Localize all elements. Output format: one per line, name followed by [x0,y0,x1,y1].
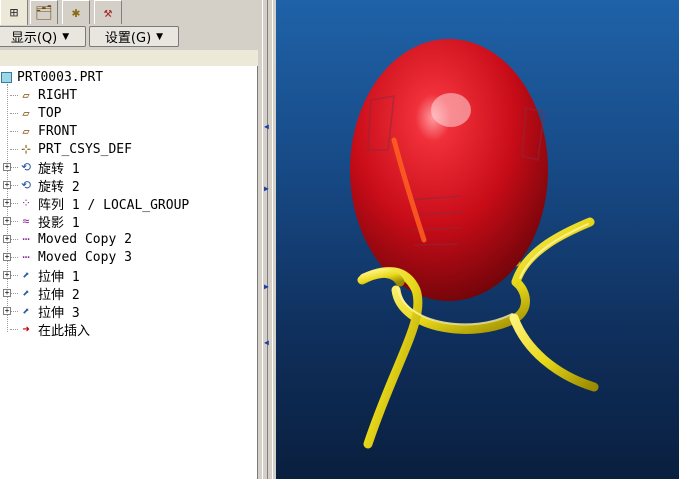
extrude-icon: ⬈ [22,268,30,282]
expand-icon[interactable]: + [3,217,11,225]
expand-right-icon[interactable]: ▶ [264,282,269,291]
tree-item-label: TOP [38,105,62,121]
navigator-panel: ⊞ 🗂 ✱ ⚒ 显示(Q) ▼ 设置(G) ▼ PRT0003.PRT ▱ RIG… [0,0,262,479]
folder-browser-icon: 🗂 [35,4,53,21]
tree-item[interactable]: + ⬈ 拉伸 3 [0,302,250,321]
tree-connector [10,329,18,330]
tree-connector [10,293,18,294]
model-tree-icon: ⊞ [9,4,19,21]
revolve-icon: ⟲ [20,160,32,174]
tools-icon: ⚒ [103,4,113,21]
tree-item[interactable]: ▱ TOP [0,104,250,122]
tab-tools[interactable]: ⚒ [94,0,122,24]
tree-root[interactable]: PRT0003.PRT [0,68,250,86]
expand-icon[interactable]: + [3,271,11,279]
tree-connector [10,311,18,312]
extrude-icon: ⬈ [22,286,30,300]
tree-connector [10,95,18,96]
part-icon [1,71,12,83]
tree-connector [10,167,18,168]
tree-connector [10,185,18,186]
expand-right-icon[interactable]: ▶ [264,184,269,193]
splitter-edge [267,0,273,479]
revolve-icon: ⟲ [20,178,32,192]
expand-icon[interactable]: + [3,199,11,207]
expand-icon[interactable]: + [3,163,11,171]
tree-connector [10,257,18,258]
chevron-down-icon: ▼ [62,31,70,42]
tree-item-label: Moved Copy 2 [38,231,132,247]
tree-item[interactable]: ⊹ PRT_CSYS_DEF [0,140,250,158]
tree-header-strip [0,50,258,67]
chevron-down-icon: ▼ [156,31,164,42]
model-render [350,39,599,449]
tree-item-label: 投影 1 [38,215,80,231]
datum-plane-icon: ▱ [22,106,30,120]
expand-icon[interactable]: + [3,181,11,189]
navigator-tabs: ⊞ 🗂 ✱ ⚒ [0,0,262,25]
egg-highlight [431,93,471,127]
graphics-viewport[interactable] [276,0,679,479]
tree-item-label: 旋转 1 [38,161,80,177]
tree-item[interactable]: + ⋯ Moved Copy 2 [0,230,250,248]
tree-item[interactable]: + ⬈ 拉伸 2 [0,284,250,303]
extrude-icon: ⬈ [22,304,30,318]
tree-connector [10,149,18,150]
tree-connector [10,131,18,132]
settings-menu-button[interactable]: 设置(G) ▼ [89,26,179,47]
expand-icon[interactable]: + [3,253,11,261]
tree-item[interactable]: + ⟲ 旋转 1 [0,158,250,177]
tree-connector [10,275,18,276]
egg-body [350,39,548,301]
datum-plane-icon: ▱ [22,88,30,102]
expand-icon[interactable]: + [3,235,11,243]
tree-root-label: PRT0003.PRT [17,69,104,85]
insert-here-arrow-icon: ➜ [22,322,30,336]
tree-item-label: 拉伸 1 [38,269,80,285]
projection-icon: ≈ [22,214,30,228]
expand-icon[interactable]: + [3,289,11,297]
display-menu-button[interactable]: 显示(Q) ▼ [0,26,86,47]
datum-plane-icon: ▱ [22,124,30,138]
tree-item[interactable]: ▱ FRONT [0,122,250,140]
tree-item[interactable]: + ⬈ 拉伸 1 [0,266,250,285]
tree-toolbar: 显示(Q) ▼ 设置(G) ▼ [0,26,262,48]
display-menu-label: 显示(Q) [10,31,58,46]
tree-item[interactable]: + ⟲ 旋转 2 [0,176,250,195]
tree-connector [10,239,18,240]
collapse-left-icon[interactable]: ◀ [264,338,269,347]
tree-item-label: PRT_CSYS_DEF [38,141,132,157]
collapse-left-icon[interactable]: ◀ [264,122,269,131]
tab-folder-browser[interactable]: 🗂 [30,0,58,24]
tree-item[interactable]: + ⋯ Moved Copy 3 [0,248,250,266]
tree-item-label: Moved Copy 3 [38,249,132,265]
tree-connector [10,113,18,114]
favorites-icon: ✱ [71,4,81,21]
tree-item-label: RIGHT [38,87,78,103]
tree-item[interactable]: + ≈ 投影 1 [0,212,250,231]
tree-item-label: 阵列 1 / LOCAL_GROUP [38,197,190,213]
tree-connector [10,221,18,222]
tree-item[interactable]: ➜ 在此插入 [0,320,250,339]
tree-connector [10,203,18,204]
tree-item-label: 拉伸 3 [38,305,80,321]
moved-copy-icon: ⋯ [22,232,30,246]
expand-icon[interactable]: + [3,307,11,315]
moved-copy-icon: ⋯ [22,250,30,264]
coordinate-system-icon: ⊹ [20,142,32,156]
settings-menu-label: 设置(G) [104,31,152,46]
model-tree[interactable]: PRT0003.PRT ▱ RIGHT ▱ TOP ▱ FRONT ⊹ PRT_CSYS_DE… [0,66,258,479]
tree-item-label: 在此插入 [38,323,91,339]
panel-splitter[interactable]: ◀ ▶ ▶ ◀ [262,0,276,479]
pattern-icon: ⁘ [20,196,32,210]
tab-model-tree[interactable]: ⊞ [0,0,28,25]
tree-item-label: FRONT [38,123,78,139]
tree-item[interactable]: ▱ RIGHT [0,86,250,104]
tree-item-label: 旋转 2 [38,179,80,195]
tab-favorites[interactable]: ✱ [62,0,90,24]
tree-item-label: 拉伸 2 [38,287,80,303]
tree-item[interactable]: + ⁘ 阵列 1 / LOCAL_GROUP [0,194,250,213]
